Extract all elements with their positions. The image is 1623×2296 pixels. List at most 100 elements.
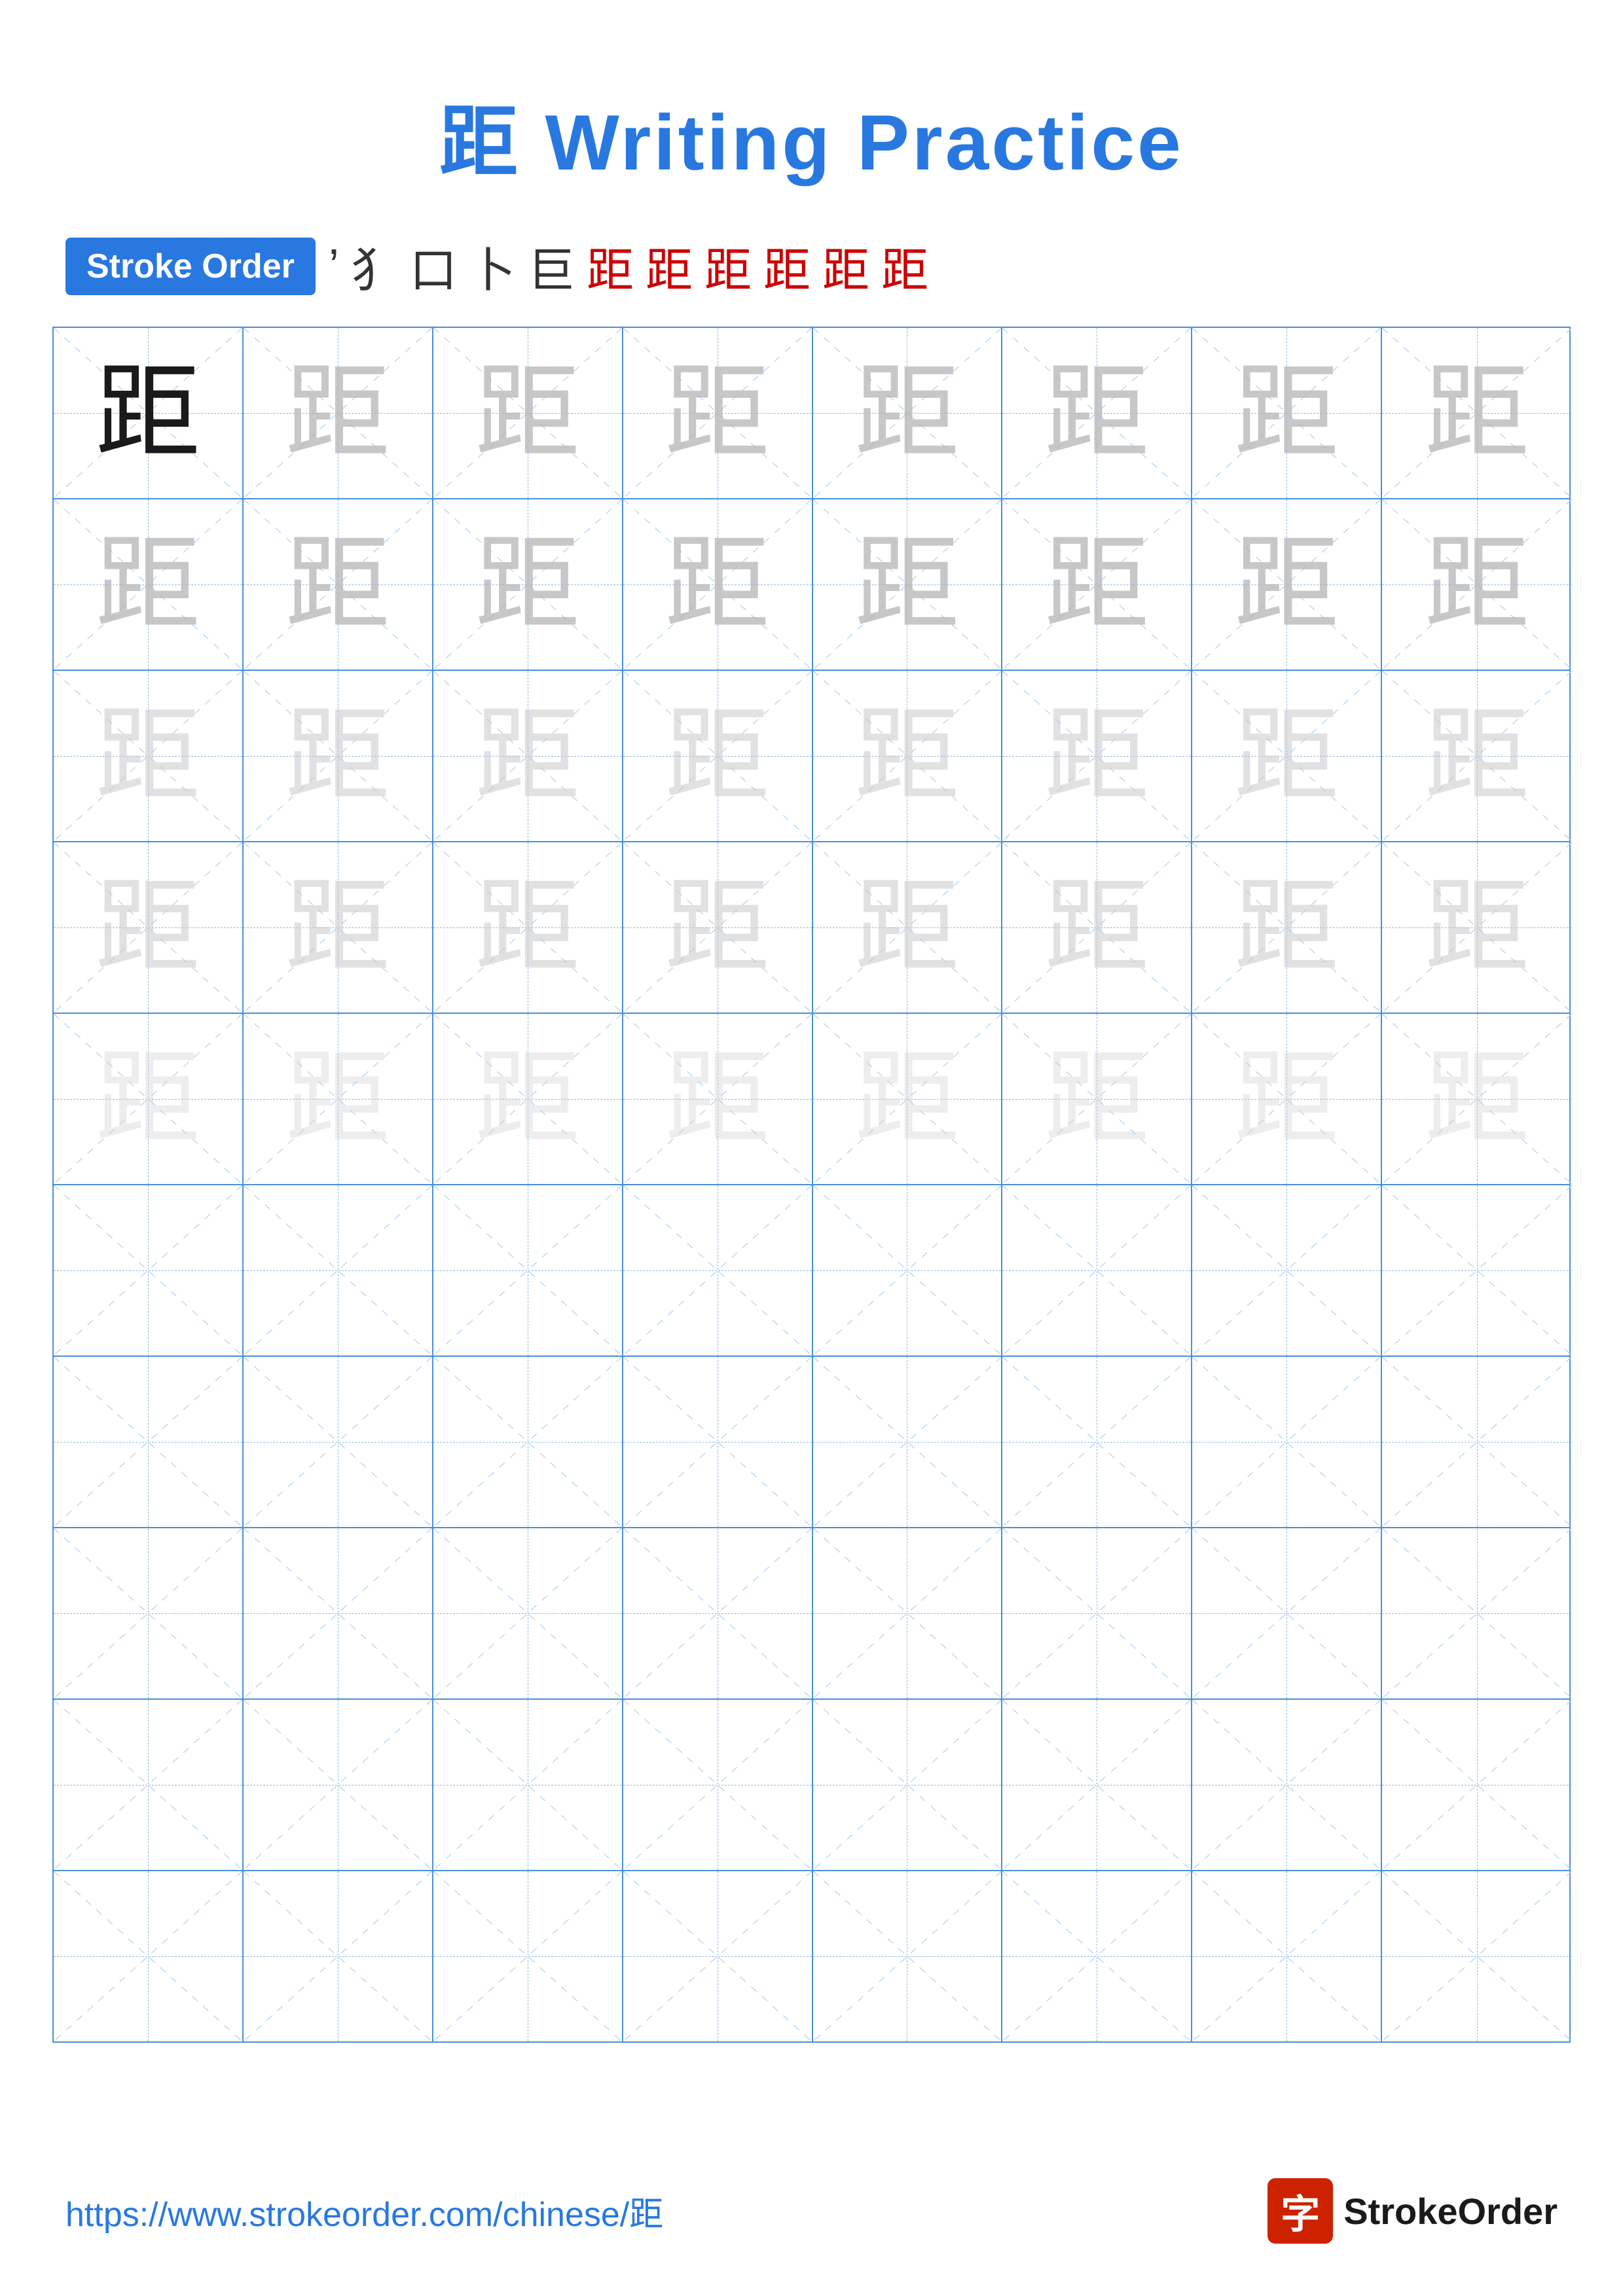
grid-cell-2-1[interactable]: 距 — [54, 499, 244, 670]
grid-cell-2-2[interactable]: 距 — [244, 499, 433, 670]
grid-cell-9-4[interactable] — [623, 1700, 813, 1870]
grid-cell-4-3[interactable]: 距 — [433, 842, 623, 1013]
grid-cell-5-6[interactable]: 距 — [1002, 1014, 1192, 1184]
char-guide: 距 — [285, 361, 390, 465]
grid-cell-5-1[interactable]: 距 — [54, 1014, 244, 1184]
grid-cell-6-6[interactable] — [1002, 1185, 1192, 1355]
grid-cell-9-1[interactable] — [54, 1700, 244, 1870]
grid-cell-9-6[interactable] — [1002, 1700, 1192, 1870]
grid-cell-4-8[interactable]: 距 — [1382, 842, 1572, 1013]
grid-cell-3-2[interactable]: 距 — [244, 671, 433, 841]
grid-cell-3-6[interactable]: 距 — [1002, 671, 1192, 841]
stroke-11: 距 — [881, 232, 928, 300]
practice-grid: 距 距 距 距 距 距 距 距 — [52, 327, 1571, 2043]
grid-cell-7-2[interactable] — [244, 1357, 433, 1527]
grid-row-7 — [54, 1357, 1569, 1528]
char-guide: 距 — [665, 704, 770, 808]
grid-cell-9-8[interactable] — [1382, 1700, 1572, 1870]
grid-cell-1-6[interactable]: 距 — [1002, 328, 1192, 498]
grid-cell-9-3[interactable] — [433, 1700, 623, 1870]
grid-cell-4-2[interactable]: 距 — [244, 842, 433, 1013]
char-guide: 距 — [1044, 361, 1149, 465]
grid-cell-2-7[interactable]: 距 — [1192, 499, 1382, 670]
grid-cell-7-7[interactable] — [1192, 1357, 1382, 1527]
grid-cell-10-2[interactable] — [244, 1871, 433, 2041]
grid-cell-2-6[interactable]: 距 — [1002, 499, 1192, 670]
grid-cell-4-4[interactable]: 距 — [623, 842, 813, 1013]
grid-cell-8-8[interactable] — [1382, 1528, 1572, 1698]
grid-cell-8-1[interactable] — [54, 1528, 244, 1698]
grid-cell-9-7[interactable] — [1192, 1700, 1382, 1870]
grid-cell-1-5[interactable]: 距 — [813, 328, 1003, 498]
grid-cell-6-2[interactable] — [244, 1185, 433, 1355]
footer-logo-icon: 字 — [1267, 2178, 1333, 2244]
grid-cell-1-4[interactable]: 距 — [623, 328, 813, 498]
grid-cell-7-6[interactable] — [1002, 1357, 1192, 1527]
grid-cell-4-5[interactable]: 距 — [813, 842, 1003, 1013]
grid-cell-5-7[interactable]: 距 — [1192, 1014, 1382, 1184]
grid-cell-8-3[interactable] — [433, 1528, 623, 1698]
grid-cell-3-3[interactable]: 距 — [433, 671, 623, 841]
char-guide: 距 — [854, 361, 959, 465]
grid-cell-7-5[interactable] — [813, 1357, 1003, 1527]
char-guide: 距 — [1425, 704, 1529, 808]
grid-cell-3-8[interactable]: 距 — [1382, 671, 1572, 841]
grid-cell-3-1[interactable]: 距 — [54, 671, 244, 841]
grid-cell-2-5[interactable]: 距 — [813, 499, 1003, 670]
grid-cell-10-3[interactable] — [433, 1871, 623, 2041]
grid-cell-6-5[interactable] — [813, 1185, 1003, 1355]
grid-cell-3-7[interactable]: 距 — [1192, 671, 1382, 841]
grid-cell-10-6[interactable] — [1002, 1871, 1192, 2041]
grid-cell-7-8[interactable] — [1382, 1357, 1572, 1527]
grid-row-5: 距 距 距 距 距 距 距 距 — [54, 1014, 1569, 1185]
grid-cell-1-1[interactable]: 距 — [54, 328, 244, 498]
grid-cell-2-3[interactable]: 距 — [433, 499, 623, 670]
grid-cell-9-5[interactable] — [813, 1700, 1003, 1870]
grid-cell-6-1[interactable] — [54, 1185, 244, 1355]
footer-url[interactable]: https://www.strokeorder.com/chinese/距 — [65, 2187, 663, 2236]
char-guide: 距 — [854, 1047, 959, 1151]
grid-cell-4-1[interactable]: 距 — [54, 842, 244, 1013]
char-guide: 距 — [1234, 704, 1339, 808]
grid-cell-3-4[interactable]: 距 — [623, 671, 813, 841]
char-guide: 距 — [285, 532, 390, 637]
grid-cell-10-1[interactable] — [54, 1871, 244, 2041]
grid-cell-8-2[interactable] — [244, 1528, 433, 1698]
grid-cell-6-7[interactable] — [1192, 1185, 1382, 1355]
grid-cell-7-4[interactable] — [623, 1357, 813, 1527]
grid-cell-4-6[interactable]: 距 — [1002, 842, 1192, 1013]
grid-cell-5-2[interactable]: 距 — [244, 1014, 433, 1184]
grid-cell-2-4[interactable]: 距 — [623, 499, 813, 670]
char-guide: 距 — [1425, 361, 1529, 465]
grid-cell-5-5[interactable]: 距 — [813, 1014, 1003, 1184]
grid-cell-7-1[interactable] — [54, 1357, 244, 1527]
grid-cell-7-3[interactable] — [433, 1357, 623, 1527]
stroke-4: 卜 — [469, 232, 516, 300]
grid-cell-1-8[interactable]: 距 — [1382, 328, 1572, 498]
grid-cell-2-8[interactable]: 距 — [1382, 499, 1572, 670]
grid-cell-3-5[interactable]: 距 — [813, 671, 1003, 841]
grid-cell-5-8[interactable]: 距 — [1382, 1014, 1572, 1184]
grid-cell-1-3[interactable]: 距 — [433, 328, 623, 498]
grid-cell-4-7[interactable]: 距 — [1192, 842, 1382, 1013]
grid-row-4: 距 距 距 距 距 距 距 距 — [54, 842, 1569, 1014]
stroke-2: ⺨ — [351, 232, 398, 300]
grid-cell-5-4[interactable]: 距 — [623, 1014, 813, 1184]
grid-cell-1-7[interactable]: 距 — [1192, 328, 1382, 498]
grid-cell-8-7[interactable] — [1192, 1528, 1382, 1698]
char-guide: 距 — [475, 875, 580, 980]
char-guide: 距 — [1044, 532, 1149, 637]
grid-cell-5-3[interactable]: 距 — [433, 1014, 623, 1184]
grid-cell-10-7[interactable] — [1192, 1871, 1382, 2041]
grid-cell-10-8[interactable] — [1382, 1871, 1572, 2041]
grid-cell-8-4[interactable] — [623, 1528, 813, 1698]
grid-cell-1-2[interactable]: 距 — [244, 328, 433, 498]
grid-cell-10-5[interactable] — [813, 1871, 1003, 2041]
grid-cell-6-8[interactable] — [1382, 1185, 1572, 1355]
grid-cell-10-4[interactable] — [623, 1871, 813, 2041]
grid-cell-9-2[interactable] — [244, 1700, 433, 1870]
grid-cell-8-6[interactable] — [1002, 1528, 1192, 1698]
grid-cell-8-5[interactable] — [813, 1528, 1003, 1698]
grid-cell-6-3[interactable] — [433, 1185, 623, 1355]
grid-cell-6-4[interactable] — [623, 1185, 813, 1355]
